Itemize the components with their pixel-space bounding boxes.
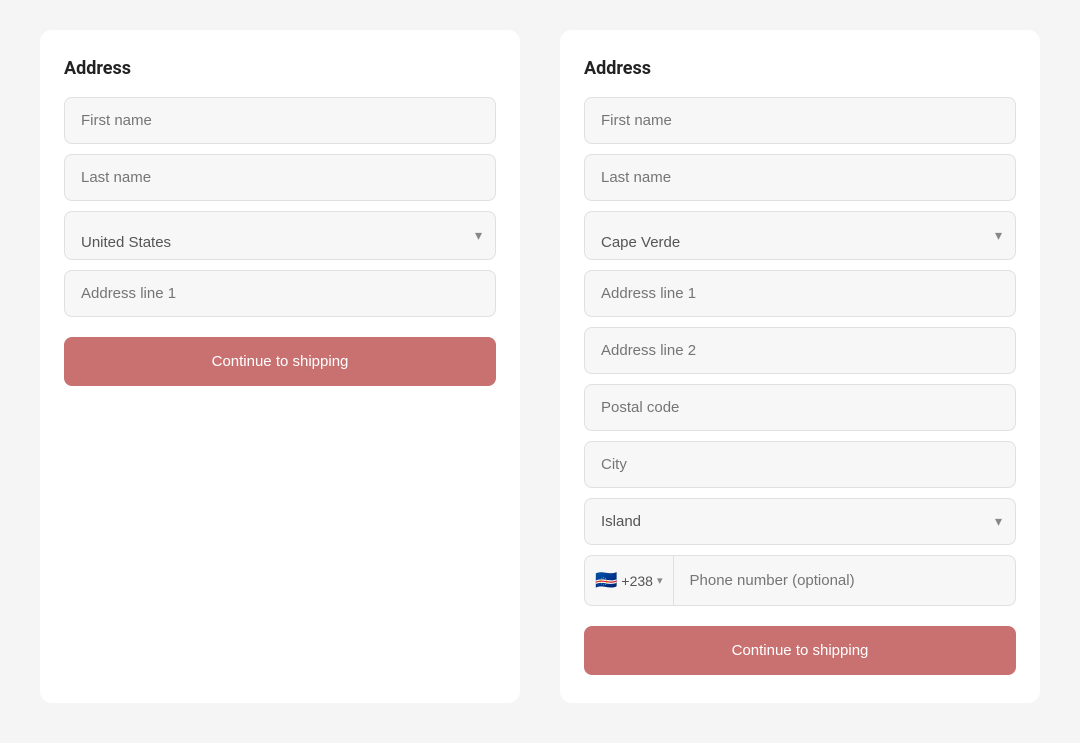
right-postal-code-input[interactable] xyxy=(584,384,1016,431)
right-address-line1-group xyxy=(584,270,1016,317)
right-island-select[interactable]: Island Santiago São Vicente Sal Fogo San… xyxy=(584,498,1016,545)
right-first-name-group xyxy=(584,97,1016,144)
right-island-group: Island Santiago São Vicente Sal Fogo San… xyxy=(584,498,1016,545)
phone-chevron-icon: ▾ xyxy=(657,574,663,587)
left-panel-title: Address xyxy=(64,58,496,79)
right-country-select[interactable]: Cape Verde United States Canada United K… xyxy=(584,211,1016,260)
right-phone-input[interactable] xyxy=(674,558,1016,603)
right-first-name-input[interactable] xyxy=(584,97,1016,144)
left-address-panel: Address Country or region United States … xyxy=(40,30,520,703)
left-country-group: Country or region United States Canada U… xyxy=(64,211,496,260)
phone-flag-select-button[interactable]: 🇨🇻 +238 ▾ xyxy=(585,556,674,605)
right-last-name-group xyxy=(584,154,1016,201)
phone-row: 🇨🇻 +238 ▾ xyxy=(584,555,1016,606)
right-phone-group: 🇨🇻 +238 ▾ xyxy=(584,555,1016,606)
right-country-group: Country or region Cape Verde United Stat… xyxy=(584,211,1016,260)
right-continue-button[interactable]: Continue to shipping xyxy=(584,626,1016,675)
right-postal-code-group xyxy=(584,384,1016,431)
right-address-line2-input[interactable] xyxy=(584,327,1016,374)
right-address-line2-group xyxy=(584,327,1016,374)
right-address-panel: Address Country or region Cape Verde Uni… xyxy=(560,30,1040,703)
left-address-line1-input[interactable] xyxy=(64,270,496,317)
left-address-line1-group xyxy=(64,270,496,317)
left-last-name-group xyxy=(64,154,496,201)
page-container: Address Country or region United States … xyxy=(20,30,1060,703)
left-last-name-input[interactable] xyxy=(64,154,496,201)
right-panel-title: Address xyxy=(584,58,1016,79)
left-first-name-group xyxy=(64,97,496,144)
cape-verde-flag-icon: 🇨🇻 xyxy=(595,570,617,591)
left-country-select[interactable]: United States Canada United Kingdom Aust… xyxy=(64,211,496,260)
right-last-name-input[interactable] xyxy=(584,154,1016,201)
left-continue-button[interactable]: Continue to shipping xyxy=(64,337,496,386)
right-city-input[interactable] xyxy=(584,441,1016,488)
right-address-line1-input[interactable] xyxy=(584,270,1016,317)
left-first-name-input[interactable] xyxy=(64,97,496,144)
right-city-group xyxy=(584,441,1016,488)
phone-code: +238 xyxy=(621,573,653,589)
